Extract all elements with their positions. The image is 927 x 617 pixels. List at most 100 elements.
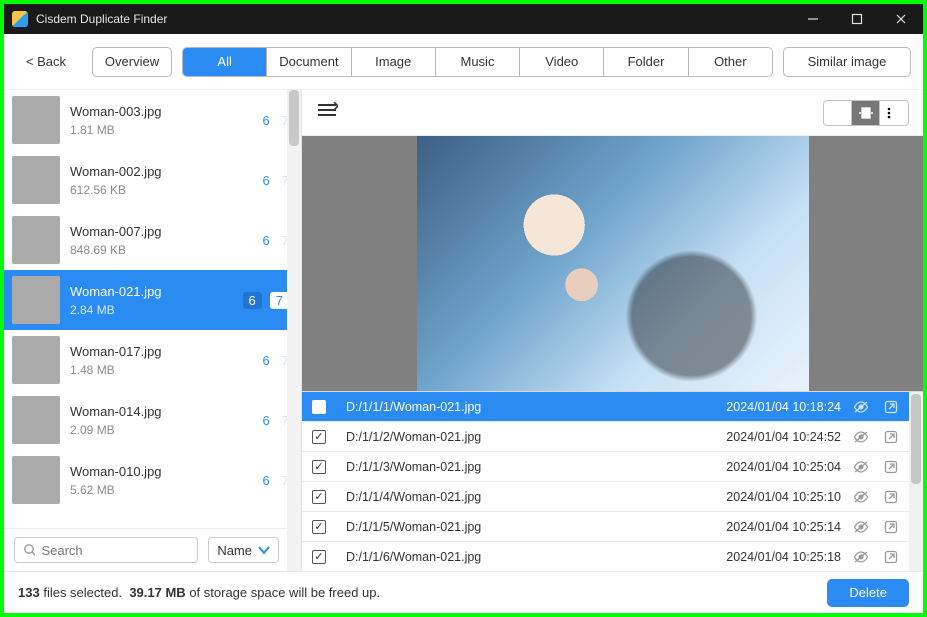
reveal-icon[interactable] xyxy=(881,460,901,474)
hide-icon[interactable] xyxy=(851,521,871,533)
hide-icon[interactable] xyxy=(851,491,871,503)
reveal-icon[interactable] xyxy=(881,520,901,534)
hide-icon[interactable] xyxy=(851,401,871,413)
view-split-button[interactable] xyxy=(852,101,880,125)
file-name: Woman-017.jpg xyxy=(70,344,249,359)
checkbox[interactable] xyxy=(312,460,326,474)
file-row[interactable]: D:/1/1/6/Woman-021.jpg 2024/01/04 10:25:1… xyxy=(302,542,923,572)
counts: 67 xyxy=(243,292,289,309)
checkbox[interactable] xyxy=(312,550,326,564)
window-minimize-button[interactable] xyxy=(791,4,835,34)
sort-dropdown[interactable]: Name xyxy=(208,537,279,563)
thumbnail xyxy=(12,396,60,444)
file-path: D:/1/1/4/Woman-021.jpg xyxy=(336,490,691,504)
checkbox[interactable] xyxy=(312,400,326,414)
file-size: 1.48 MB xyxy=(70,363,249,377)
app-icon xyxy=(12,11,28,27)
main-toolbar xyxy=(302,90,923,136)
tab-all[interactable]: All xyxy=(183,48,267,76)
search-icon xyxy=(23,543,35,557)
file-path: D:/1/1/6/Woman-021.jpg xyxy=(336,550,691,564)
tab-image[interactable]: Image xyxy=(352,48,436,76)
hide-icon[interactable] xyxy=(851,461,871,473)
reveal-icon[interactable] xyxy=(881,550,901,564)
titlebar: Cisdem Duplicate Finder xyxy=(4,4,923,34)
window-maximize-button[interactable] xyxy=(835,4,879,34)
delete-button[interactable]: Delete xyxy=(827,579,909,607)
tab-other[interactable]: Other xyxy=(689,48,772,76)
duplicate-group-row[interactable]: Woman-017.jpg 1.48 MB 67 xyxy=(4,330,301,390)
thumbnail xyxy=(12,156,60,204)
counts: 67 xyxy=(259,112,289,129)
selected-count: 6 xyxy=(243,292,262,309)
thumbnail xyxy=(12,456,60,504)
toolbar: < Back Overview AllDocumentImageMusicVid… xyxy=(4,34,923,90)
file-row[interactable]: D:/1/1/3/Woman-021.jpg2024/01/04 10:25:0… xyxy=(302,452,923,482)
thumbnail xyxy=(12,276,60,324)
search-input[interactable] xyxy=(41,543,189,558)
overview-button[interactable]: Overview xyxy=(92,47,172,77)
duplicate-group-row[interactable]: Woman-007.jpg 848.69 KB 67 xyxy=(4,210,301,270)
file-path: D:/1/1/5/Woman-021.jpg xyxy=(336,520,691,534)
file-name: Woman-021.jpg xyxy=(70,284,233,299)
counts: 67 xyxy=(259,232,289,249)
tab-video[interactable]: Video xyxy=(520,48,604,76)
file-row[interactable]: D:/1/1/1/Woman-021.jpg 2024/01/04 10:18:2… xyxy=(302,392,923,422)
counts: 67 xyxy=(259,352,289,369)
selection-menu-button[interactable] xyxy=(316,102,338,123)
counts: 67 xyxy=(259,412,289,429)
checkbox[interactable] xyxy=(312,490,326,504)
file-size: 612.56 KB xyxy=(70,183,249,197)
selected-count: 6 xyxy=(259,412,274,429)
reveal-icon[interactable] xyxy=(881,490,901,504)
duplicate-group-row[interactable]: Woman-003.jpg 1.81 MB 67 xyxy=(4,90,301,150)
thumbnail xyxy=(12,336,60,384)
file-name: Woman-007.jpg xyxy=(70,224,249,239)
reveal-icon[interactable] xyxy=(881,430,901,444)
file-date: 2024/01/04 10:25:18 xyxy=(701,550,841,564)
selected-count: 6 xyxy=(259,112,274,129)
duplicate-group-row[interactable]: Woman-021.jpg2.84 MB67 xyxy=(4,270,301,330)
file-name: Woman-003.jpg xyxy=(70,104,249,119)
category-tabs: AllDocumentImageMusicVideoFolderOther xyxy=(182,47,773,77)
preview-image xyxy=(417,136,809,391)
chevron-down-icon xyxy=(258,545,270,555)
duplicate-group-row[interactable]: Woman-010.jpg5.62 MB67 xyxy=(4,450,301,510)
hide-icon[interactable] xyxy=(851,431,871,443)
window-close-button[interactable] xyxy=(879,4,923,34)
reveal-icon[interactable] xyxy=(881,400,901,414)
tab-document[interactable]: Document xyxy=(267,48,351,76)
file-path: D:/1/1/1/Woman-021.jpg xyxy=(336,400,691,414)
sidebar-bottom: Name xyxy=(4,528,301,571)
file-path: D:/1/1/3/Woman-021.jpg xyxy=(336,460,691,474)
window-title: Cisdem Duplicate Finder xyxy=(36,12,791,26)
hide-icon[interactable] xyxy=(851,551,871,563)
image-preview xyxy=(302,136,923,391)
duplicate-group-row[interactable]: Woman-002.jpg612.56 KB67 xyxy=(4,150,301,210)
duplicate-group-row[interactable]: Woman-014.jpg2.09 MB67 xyxy=(4,390,301,450)
checkbox[interactable] xyxy=(312,520,326,534)
view-list-button[interactable] xyxy=(880,101,908,125)
file-row[interactable]: D:/1/1/2/Woman-021.jpg2024/01/04 10:24:5… xyxy=(302,422,923,452)
tab-music[interactable]: Music xyxy=(436,48,520,76)
sidebar-scrollbar[interactable] xyxy=(287,90,301,571)
file-row[interactable]: D:/1/1/5/Woman-021.jpg2024/01/04 10:25:1… xyxy=(302,512,923,542)
file-date: 2024/01/04 10:18:24 xyxy=(701,400,841,414)
file-size: 1.81 MB xyxy=(70,123,249,137)
selected-count: 6 xyxy=(259,472,274,489)
selected-count: 6 xyxy=(259,232,274,249)
file-name: Woman-002.jpg xyxy=(70,164,249,179)
counts: 67 xyxy=(259,472,289,489)
filelist-scrollbar[interactable] xyxy=(909,392,923,571)
thumbnail xyxy=(12,216,60,264)
file-size: 848.69 KB xyxy=(70,243,249,257)
tab-folder[interactable]: Folder xyxy=(604,48,688,76)
checkbox[interactable] xyxy=(312,430,326,444)
view-grid-button[interactable] xyxy=(824,101,852,125)
search-box[interactable] xyxy=(14,537,198,563)
file-date: 2024/01/04 10:24:52 xyxy=(701,430,841,444)
back-button[interactable]: < Back xyxy=(10,54,82,69)
file-row[interactable]: D:/1/1/4/Woman-021.jpg2024/01/04 10:25:1… xyxy=(302,482,923,512)
sidebar: Woman-003.jpg 1.81 MB 67 Woman-002.jpg 612.5… xyxy=(4,90,302,571)
similar-image-button[interactable]: Similar image xyxy=(783,47,911,77)
